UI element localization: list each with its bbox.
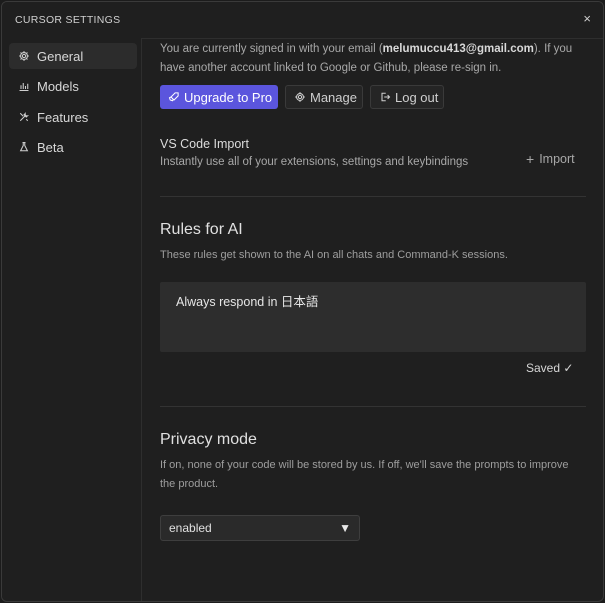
caret-down-icon: ▼ xyxy=(339,521,351,535)
privacy-title: Privacy mode xyxy=(160,431,257,448)
sidebar-item-label: Beta xyxy=(37,139,64,155)
plus-icon: + xyxy=(526,151,535,167)
logout-icon xyxy=(379,91,391,103)
flask-icon xyxy=(17,140,31,154)
divider xyxy=(160,196,586,197)
sidebar-item-label: Models xyxy=(37,78,79,94)
title-bar: CURSOR SETTINGS × xyxy=(2,2,603,39)
tools-icon xyxy=(17,110,31,124)
settings-content: You are currently signed in with your em… xyxy=(142,38,603,601)
saved-status: Saved ✓ xyxy=(526,361,574,375)
privacy-mode-value: enabled xyxy=(169,521,212,535)
upgrade-to-pro-button[interactable]: Upgrade to Pro xyxy=(160,85,278,109)
privacy-mode-select[interactable]: enabled ▼ xyxy=(160,515,360,541)
sidebar-item-label: General xyxy=(37,48,84,64)
window-title: CURSOR SETTINGS xyxy=(15,14,121,26)
rules-title: Rules for AI xyxy=(160,221,243,238)
vscode-import-title: VS Code Import xyxy=(160,137,249,151)
sidebar-item-beta[interactable]: Beta xyxy=(9,134,137,160)
rocket-icon xyxy=(168,91,180,103)
manage-button[interactable]: Manage xyxy=(285,85,363,109)
log-out-button[interactable]: Log out xyxy=(370,85,444,109)
sidebar-item-label: Features xyxy=(37,109,89,125)
settings-window: CURSOR SETTINGS × General Models Feature… xyxy=(1,1,604,602)
vscode-import-description: Instantly use all of your extensions, se… xyxy=(160,156,469,168)
signin-notice: You are currently signed in with your em… xyxy=(160,43,573,74)
sidebar-item-models[interactable]: Models xyxy=(9,73,137,99)
gear-icon xyxy=(294,91,306,103)
divider xyxy=(160,406,586,407)
gear-icon xyxy=(17,49,31,63)
bar-chart-icon xyxy=(17,79,31,93)
account-email: melumuccu413@gmail.com xyxy=(382,43,534,55)
sidebar-item-features[interactable]: Features xyxy=(9,104,137,130)
rules-description: These rules get shown to the AI on all c… xyxy=(160,249,508,261)
sidebar-item-general[interactable]: General xyxy=(9,43,137,69)
close-icon[interactable]: × xyxy=(583,11,591,26)
privacy-description: If on, none of your code will be stored … xyxy=(160,459,569,490)
import-button[interactable]: + Import xyxy=(526,151,575,167)
rules-textarea[interactable]: Always respond in 日本語 xyxy=(160,282,586,352)
sidebar: General Models Features Beta xyxy=(2,38,142,601)
